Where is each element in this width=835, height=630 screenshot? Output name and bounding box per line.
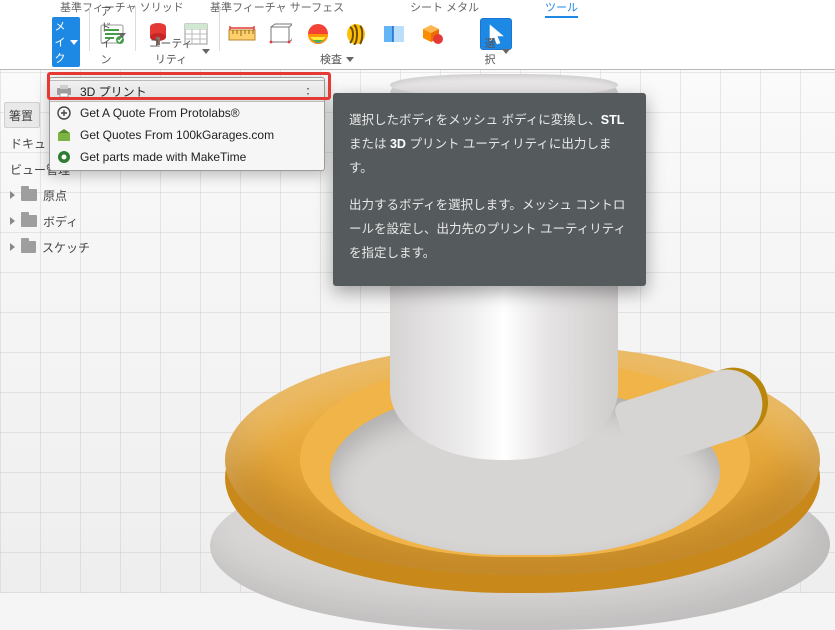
garages-icon	[56, 127, 72, 143]
browser-sketch-label: スケッチ	[42, 239, 90, 256]
menu-item-3d-print-label: 3D プリント	[80, 83, 147, 100]
menu-item-3d-print[interactable]: 3D プリント ⋮	[50, 80, 324, 102]
protolabs-icon	[56, 105, 72, 121]
interference-icon	[419, 23, 445, 45]
caret-down-icon	[118, 33, 126, 38]
inspect-box-button[interactable]	[264, 18, 296, 50]
caret-down-icon	[502, 49, 510, 54]
folder-icon	[21, 189, 37, 201]
measure-button[interactable]	[226, 18, 258, 50]
browser-docset-label: ドキュ	[10, 135, 46, 152]
addins-dropdown[interactable]: アドイン	[98, 3, 126, 67]
addins-label: アドイン	[98, 3, 114, 67]
ribbon-toolbar: 基準フィーチャ ソリッド 基準フィーチャ サーフェス シート メタル ツール メ…	[0, 0, 835, 70]
utility-label: ユーティリティ	[144, 35, 198, 67]
select-label: 選択	[482, 35, 498, 67]
browser-row-origin[interactable]: 原点	[0, 182, 96, 208]
browser-origin-label: 原点	[43, 187, 67, 204]
menu-item-100kgarages[interactable]: Get Quotes From 100kGarages.com	[50, 124, 324, 146]
browser-header-label: 箸置	[9, 107, 33, 124]
make-dropdown[interactable]: メイク	[52, 17, 80, 67]
tooltip-line2: 出力するボディを選択します。メッシュ コントロールを設定し、出力先のプリント ユ…	[349, 194, 630, 265]
ribbon-group-select: 選択	[476, 0, 516, 69]
zebra-button[interactable]	[340, 18, 372, 50]
make-menu: 3D プリント ⋮ Get A Quote From Protolabs® Ge…	[49, 77, 325, 171]
interference-button[interactable]	[416, 18, 448, 50]
menu-item-protolabs[interactable]: Get A Quote From Protolabs®	[50, 102, 324, 124]
section-button[interactable]	[378, 18, 410, 50]
select-dropdown[interactable]: 選択	[482, 35, 510, 67]
ribbon-group-addins: アドイン	[92, 0, 132, 69]
folder-icon	[21, 215, 37, 227]
tooltip-line1: 選択したボディをメッシュ ボディに変換し、STL または 3D プリント ユーテ…	[349, 109, 630, 180]
bounding-box-icon	[268, 23, 292, 45]
ruler-icon	[228, 26, 256, 42]
tooltip-bold-stl: STL	[601, 113, 625, 127]
ribbon-group-utility: ユーティリティ	[138, 0, 216, 69]
maketime-icon	[56, 149, 72, 165]
browser-row-sketch[interactable]: スケッチ	[0, 234, 96, 260]
tooltip-bold-3d: 3D	[390, 137, 406, 151]
make-label: メイク	[55, 18, 66, 66]
menu-item-protolabs-label: Get A Quote From Protolabs®	[80, 106, 240, 120]
tab-tools[interactable]: ツール	[545, 0, 578, 18]
triangle-collapsed-icon	[10, 217, 15, 225]
inspect-dropdown[interactable]: 検査	[228, 51, 446, 67]
utility-dropdown[interactable]: ユーティリティ	[144, 35, 210, 67]
caret-down-icon	[70, 40, 78, 45]
menu-item-100kgarages-label: Get Quotes From 100kGarages.com	[80, 128, 274, 142]
browser-row-bodies[interactable]: ボディ	[0, 208, 96, 234]
triangle-collapsed-icon	[10, 243, 15, 251]
section-analysis-icon	[382, 23, 406, 45]
menu-item-maketime-label: Get parts made with MakeTime	[80, 150, 246, 164]
curvature-button[interactable]	[302, 18, 334, 50]
browser-bodies-label: ボディ	[43, 213, 78, 230]
ribbon-group-make: メイク	[46, 0, 86, 69]
ribbon-group-inspect: 検査	[222, 0, 452, 69]
inspect-label: 検査	[320, 51, 342, 67]
printer-icon	[56, 83, 72, 99]
rainbow-sphere-icon	[306, 23, 330, 45]
more-options-icon[interactable]: ⋮	[301, 85, 316, 102]
tooltip-text: 選択したボディをメッシュ ボディに変換し、	[349, 113, 601, 127]
tooltip-3d-print: 選択したボディをメッシュ ボディに変換し、STL または 3D プリント ユーテ…	[333, 93, 646, 286]
triangle-collapsed-icon	[10, 191, 15, 199]
browser-header[interactable]: 箸置	[4, 102, 40, 128]
zebra-icon	[346, 23, 366, 45]
menu-item-maketime[interactable]: Get parts made with MakeTime	[50, 146, 324, 168]
caret-down-icon	[202, 49, 210, 54]
model-preview	[180, 250, 835, 630]
caret-down-icon	[346, 57, 354, 62]
folder-icon	[21, 241, 36, 253]
tooltip-text: または	[349, 137, 390, 151]
